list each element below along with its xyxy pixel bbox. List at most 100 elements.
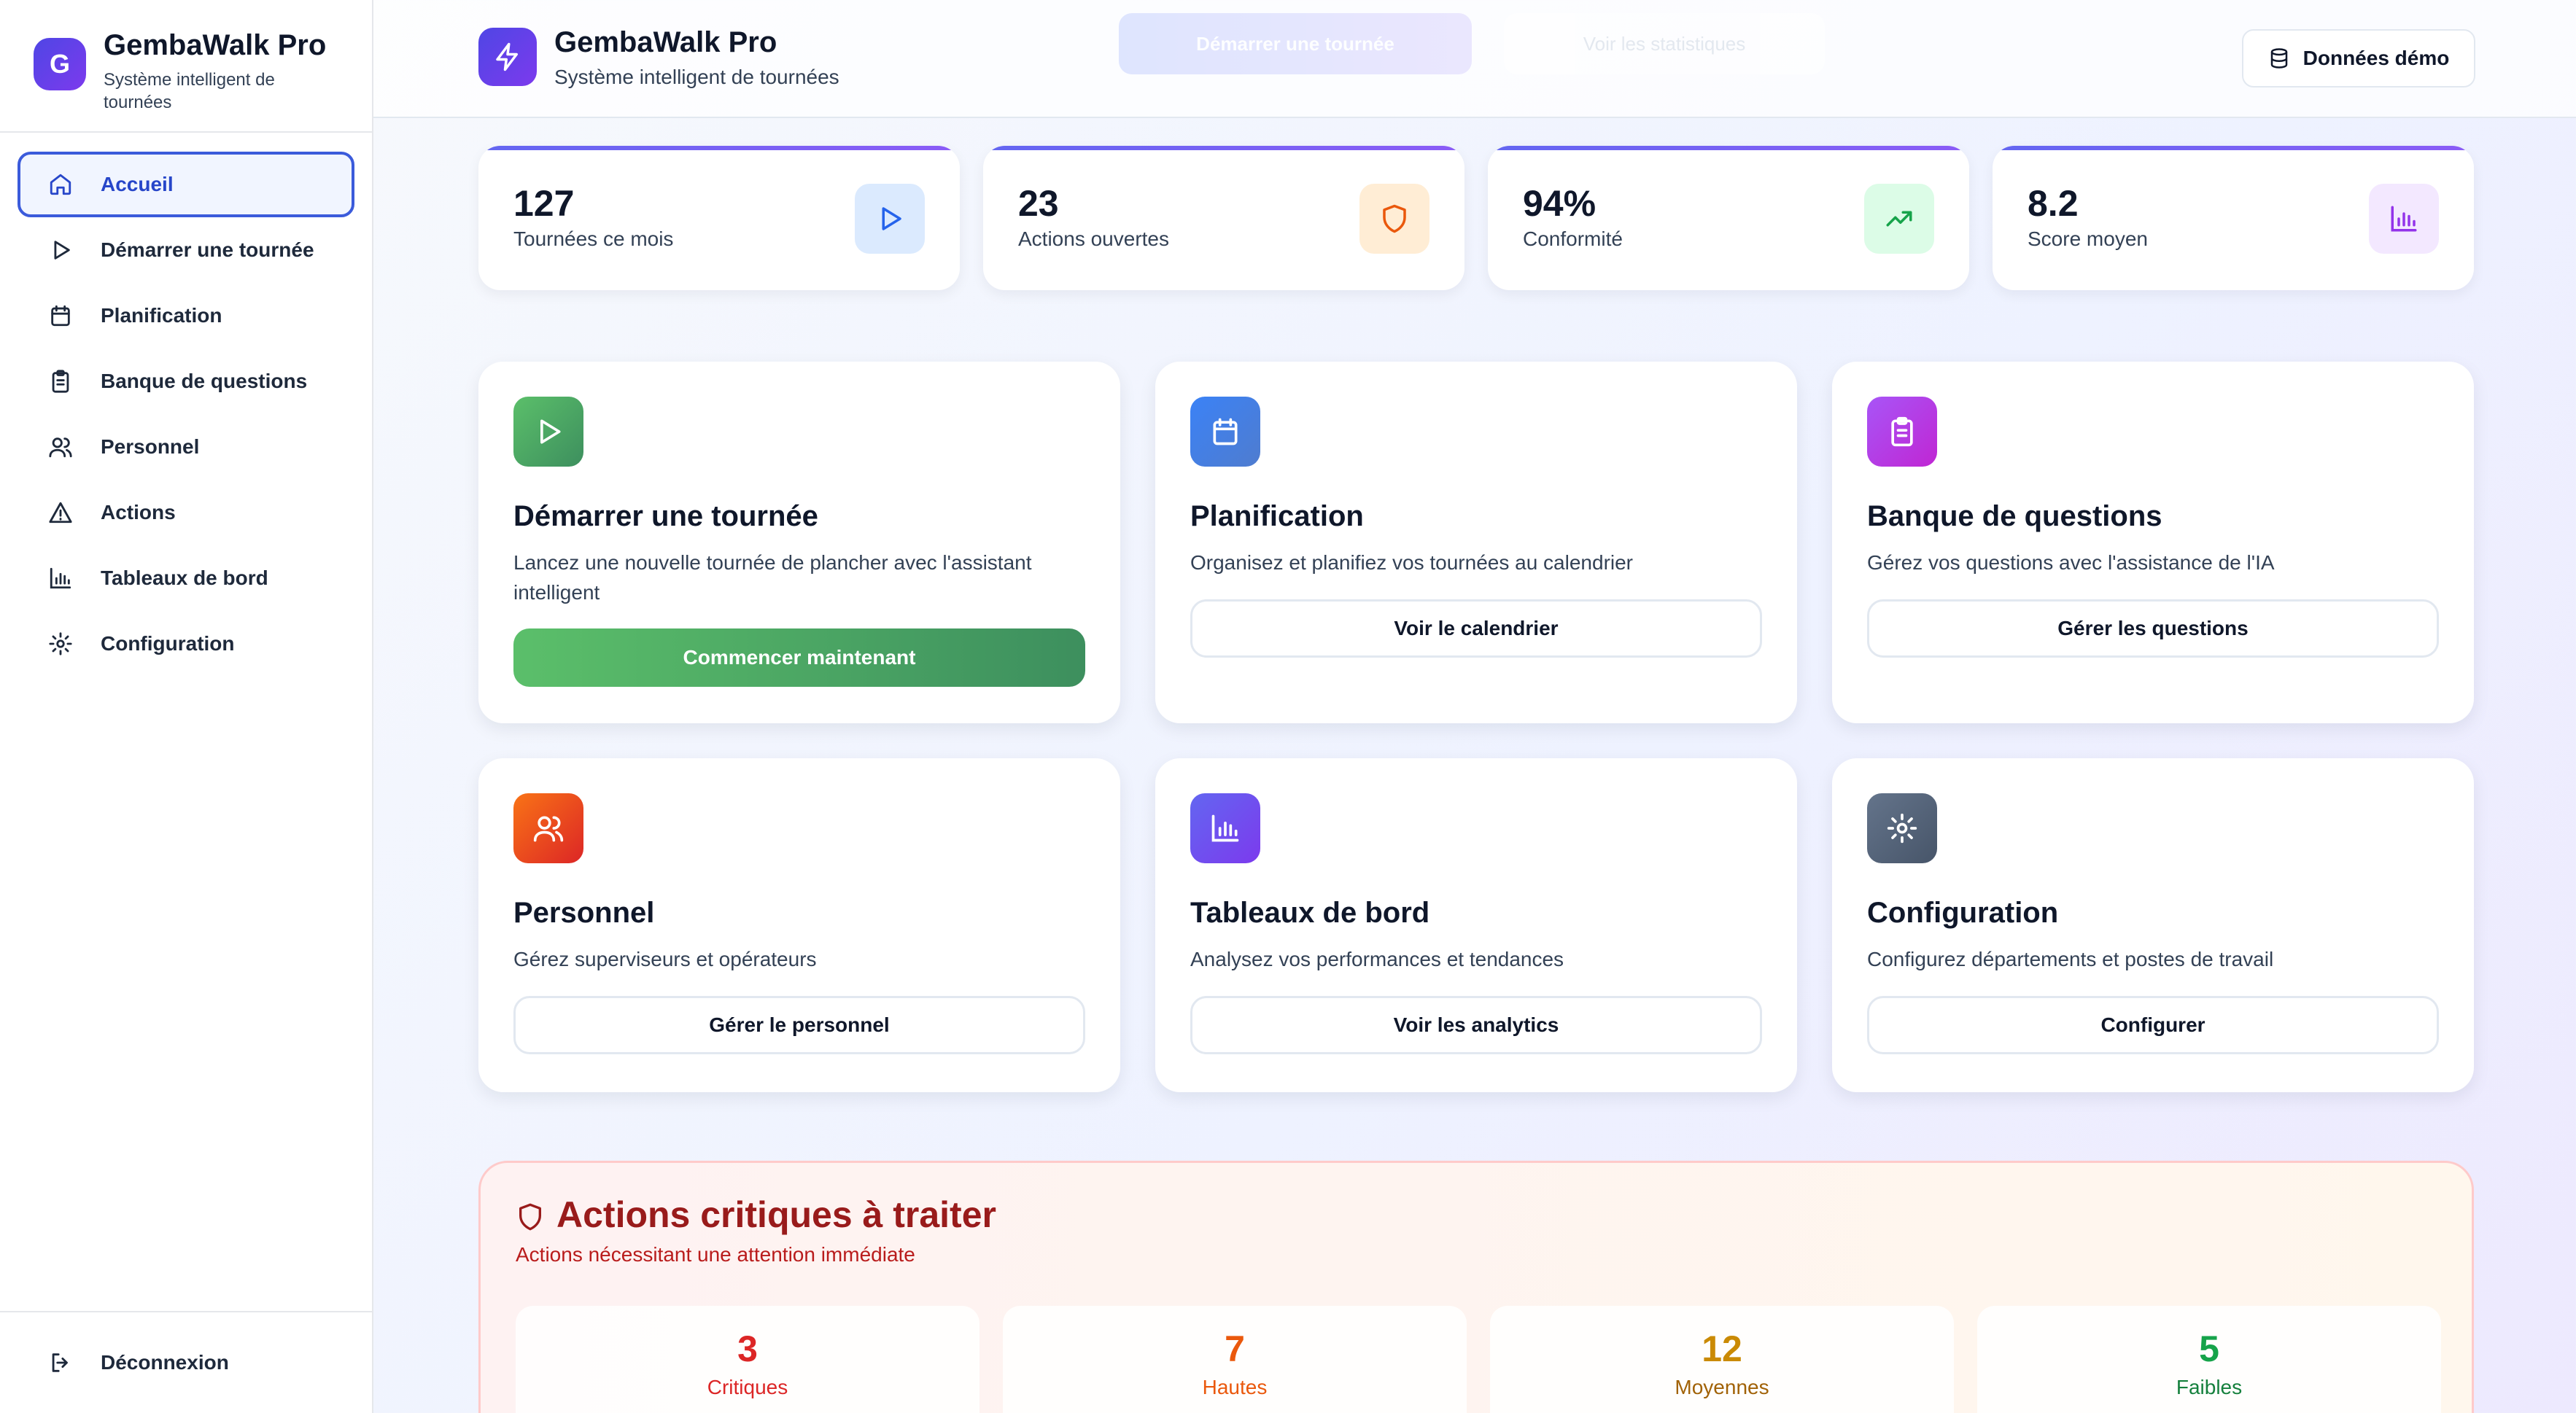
stat-label: Actions ouvertes [1018,227,1169,250]
card-start-tour: Démarrer une tournée Lancez une nouvelle… [478,362,1120,723]
sidebar-brand: G GembaWalk Pro Système intelligent de t… [0,0,372,133]
medium-count-value: 12 [1702,1328,1742,1369]
faded-start-tour-button[interactable]: Démarrer une tournée [1119,13,1472,74]
start-now-button[interactable]: Commencer maintenant [513,628,1085,687]
critical-count-value: 3 [737,1328,758,1369]
view-calendar-button[interactable]: Voir le calendrier [1190,599,1762,658]
sidebar-app-subtitle: Système intelligent de tournées [104,70,275,113]
top-header: GembaWalk Pro Système intelligent de tou… [373,0,2576,118]
low-count-value: 5 [2199,1328,2219,1369]
play-icon [882,207,901,230]
warning-icon [49,502,72,523]
manage-personnel-button[interactable]: Gérer le personnel [513,996,1085,1054]
card-question-bank: Banque de questions Gérez vos questions … [1832,362,2474,723]
calendar-icon [51,305,70,327]
card-icon-box [1867,397,1937,467]
shield-icon [1383,204,1406,233]
home-icon [50,174,71,195]
sidebar-item-tableaux-de-bord[interactable]: Tableaux de bord [18,545,354,611]
sidebar-app-title: GembaWalk Pro [104,29,327,61]
view-analytics-button[interactable]: Voir les analytics [1190,996,1762,1054]
stat-value: 8.2 [2028,183,2079,224]
stat-value: 94% [1523,183,1597,224]
logout-label: Déconnexion [101,1351,229,1374]
card-icon-box [513,397,583,467]
card-icon-box [1190,793,1260,863]
clipboard-icon [52,370,69,393]
sidebar-item-label: Configuration [101,632,235,655]
shield-icon [519,1203,541,1231]
stat-icon-box [855,184,925,254]
header-subtitle: Système intelligent de tournées [554,66,839,88]
card-description: Organisez et planifiez vos tournées au c… [1190,551,1634,574]
sidebar-item-accueil[interactable]: Accueil [18,152,354,217]
play-icon [540,419,561,444]
card-title: Personnel [513,897,655,929]
sidebar-item-label: Planification [101,304,222,327]
logout-icon [52,1353,68,1372]
card-description: Analysez vos performances et tendances [1190,948,1564,970]
sidebar-item-configuration[interactable]: Configuration [18,611,354,677]
card-description: Gérez vos questions avec l'assistance de… [1867,551,2275,574]
sidebar-item-label: Banque de questions [101,370,308,392]
card-title: Démarrer une tournée [513,500,818,532]
low-count-box: 5 Faibles [1977,1306,2441,1413]
gear-icon [49,632,72,655]
manage-questions-button[interactable]: Gérer les questions [1867,599,2439,658]
play-icon [54,241,70,260]
configure-button[interactable]: Configurer [1867,996,2439,1054]
bar-chart-icon [2391,206,2417,232]
card-title: Configuration [1867,897,2059,929]
users-icon [533,816,564,842]
card-description: Configurez départements et postes de tra… [1867,948,2274,970]
card-icon-box [1867,793,1937,863]
sidebar-item-actions[interactable]: Actions [18,480,354,545]
medium-count-label: Moyennes [1675,1376,1769,1398]
card-description: Gérez superviseurs et opérateurs [513,948,817,970]
clipboard-icon [1891,416,1913,447]
users-icon [49,437,72,458]
card-title: Planification [1190,500,1364,532]
sidebar-item-demarrer[interactable]: Démarrer une tournée [18,217,354,283]
sidebar-item-label: Personnel [101,435,200,458]
card-dashboards: Tableaux de bord Analysez vos performanc… [1155,758,1797,1092]
sidebar-item-planification[interactable]: Planification [18,283,354,349]
card-planning: Planification Organisez et planifiez vos… [1155,362,1797,723]
card-title: Tableaux de bord [1190,897,1430,929]
stat-label: Score moyen [2028,227,2148,250]
stat-value: 23 [1018,183,1059,224]
high-count-box: 7 Hautes [1003,1306,1467,1413]
gear-icon [1887,813,1917,844]
lightning-icon [496,42,518,71]
stat-value: 127 [513,183,575,224]
demo-data-button[interactable]: Données démo [2242,29,2475,87]
critical-count-label: Critiques [707,1376,788,1398]
sidebar-item-label: Accueil [101,173,174,195]
app-logo: G [34,38,86,90]
stat-icon-box [2369,184,2439,254]
low-count-label: Faibles [2176,1376,2243,1398]
logout-button[interactable]: Déconnexion [18,1330,354,1396]
stat-card-actions: 23 Actions ouvertes [983,146,1464,290]
stat-card-score: 8.2 Score moyen [1993,146,2474,290]
sidebar-item-personnel[interactable]: Personnel [18,414,354,480]
card-icon-box [1190,397,1260,467]
critical-count-box: 3 Critiques [516,1306,979,1413]
high-count-label: Hautes [1202,1376,1268,1398]
stat-label: Conformité [1523,227,1623,250]
stat-card-conformity: 94% Conformité [1488,146,1969,290]
card-description: Lancez une nouvelle tournée de plancher … [513,551,1032,604]
high-count-value: 7 [1225,1328,1245,1369]
critical-actions-title: Actions critiques à traiter [556,1194,996,1235]
card-title: Banque de questions [1867,500,2162,532]
stat-icon-box [1864,184,1934,254]
card-configuration: Configuration Configurez départements et… [1832,758,2474,1092]
critical-actions-subtitle: Actions nécessitant une attention immédi… [516,1243,915,1266]
card-personnel: Personnel Gérez superviseurs et opérateu… [478,758,1120,1092]
demo-data-label: Données démo [2303,47,2450,69]
sidebar: G GembaWalk Pro Système intelligent de t… [0,0,373,1413]
stat-icon-box [1359,184,1429,254]
bar-chart-icon [50,567,71,589]
sidebar-item-banque-questions[interactable]: Banque de questions [18,349,354,414]
faded-stats-button[interactable]: Voir les statistiques [1504,13,1825,74]
